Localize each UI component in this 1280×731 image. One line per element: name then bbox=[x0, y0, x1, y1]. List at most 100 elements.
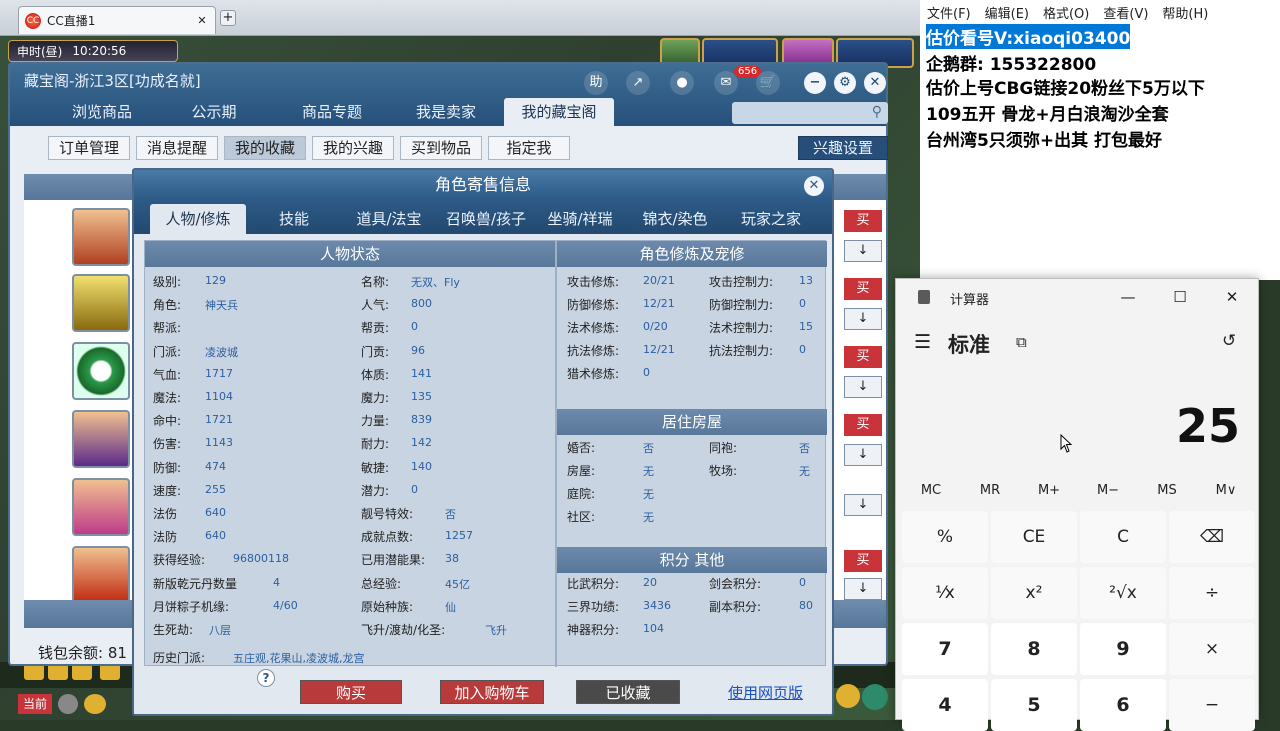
calc-key-9[interactable]: 8 bbox=[991, 623, 1077, 675]
expand-down-icon[interactable]: ↓ bbox=[844, 376, 882, 398]
menu-file[interactable]: 文件(F) bbox=[920, 0, 978, 22]
share-icon[interactable]: ↗ bbox=[626, 71, 650, 95]
bought-items-button[interactable]: 买到物品 bbox=[400, 136, 482, 160]
down-arrow-icon[interactable] bbox=[72, 664, 92, 680]
list-item-avatar[interactable] bbox=[72, 342, 130, 400]
interest-settings-button[interactable]: 兴趣设置 bbox=[798, 136, 888, 160]
notepad-line[interactable]: 估价上号CBG链接20粉丝下5万以下 bbox=[926, 74, 1205, 99]
calc-key-0[interactable]: % bbox=[902, 511, 988, 563]
expand-down-icon[interactable]: ↓ bbox=[844, 240, 882, 262]
notepad-line[interactable]: 企鹅群: 155322800 bbox=[926, 50, 1096, 75]
calc-key-3[interactable]: ⌫ bbox=[1169, 511, 1255, 563]
tab-product-topics[interactable]: 商品专题 bbox=[280, 98, 384, 126]
add-icon[interactable] bbox=[100, 664, 120, 680]
left-arrow-icon[interactable] bbox=[24, 664, 44, 680]
tab-summons-children[interactable]: 召唤兽/孩子 bbox=[438, 204, 534, 234]
message-reminder-button[interactable]: 消息提醒 bbox=[136, 136, 218, 160]
tab-i-am-seller[interactable]: 我是卖家 bbox=[394, 98, 498, 126]
notepad-line[interactable]: 109五开 骨龙+月白浪淘沙全套 bbox=[926, 100, 1169, 125]
right-arrow-icon[interactable] bbox=[48, 664, 68, 680]
list-item-avatar[interactable] bbox=[72, 208, 130, 266]
calc-key-7[interactable]: ÷ bbox=[1169, 567, 1255, 619]
browser-tab[interactable]: CC CC直播1 ✕ bbox=[18, 6, 216, 34]
menu-help[interactable]: 帮助(H) bbox=[1155, 0, 1215, 22]
add-to-cart-button[interactable]: 加入购物车 bbox=[440, 680, 544, 704]
search-icon[interactable]: ⚲ bbox=[872, 104, 882, 120]
calc-key-14[interactable]: 6 bbox=[1080, 679, 1166, 731]
expand-down-icon[interactable]: ↓ bbox=[844, 494, 882, 516]
buy-button[interactable]: 买 bbox=[844, 550, 882, 572]
cart-icon[interactable]: 🛒 bbox=[756, 71, 780, 95]
keep-on-top-icon[interactable]: ⧉ bbox=[1016, 333, 1027, 351]
help-icon[interactable]: ? bbox=[257, 669, 275, 687]
expand-down-icon[interactable]: ↓ bbox=[844, 444, 882, 466]
hamburger-menu-icon[interactable]: ☰ bbox=[914, 331, 931, 353]
buy-button[interactable]: 买 bbox=[844, 414, 882, 436]
list-item-avatar[interactable] bbox=[72, 546, 130, 604]
menu-edit[interactable]: 编辑(E) bbox=[978, 0, 1036, 22]
calc-key-12[interactable]: 4 bbox=[902, 679, 988, 731]
menu-format[interactable]: 格式(O) bbox=[1036, 0, 1096, 22]
calc-key-2[interactable]: C bbox=[1080, 511, 1166, 563]
memory-2-button[interactable]: M+ bbox=[1020, 483, 1078, 498]
current-channel-button[interactable]: 当前 bbox=[18, 694, 52, 714]
order-management-button[interactable]: 订单管理 bbox=[48, 136, 130, 160]
minimize-button[interactable]: − bbox=[804, 72, 826, 94]
buy-now-button[interactable]: 购买 bbox=[300, 680, 402, 704]
tab-public-period[interactable]: 公示期 bbox=[166, 98, 262, 126]
minimize-button[interactable]: — bbox=[1116, 285, 1140, 309]
system-icon[interactable] bbox=[862, 684, 888, 710]
maximize-button[interactable]: ☐ bbox=[1168, 285, 1192, 309]
close-window-button[interactable]: ✕ bbox=[864, 72, 886, 94]
buy-button[interactable]: 买 bbox=[844, 278, 882, 300]
calc-key-8[interactable]: 7 bbox=[902, 623, 988, 675]
expand-down-icon[interactable]: ↓ bbox=[844, 308, 882, 330]
record-icon[interactable]: ● bbox=[670, 71, 694, 95]
chat-icon[interactable] bbox=[84, 694, 106, 714]
my-interest-button[interactable]: 我的兴趣 bbox=[312, 136, 394, 160]
microphone-icon[interactable] bbox=[58, 694, 78, 714]
notepad-line-selected[interactable]: 估价看号V:xiaoqi03400 bbox=[926, 24, 1131, 49]
memory-3-button[interactable]: M− bbox=[1079, 483, 1137, 498]
calc-key-10[interactable]: 9 bbox=[1080, 623, 1166, 675]
use-web-version-link[interactable]: 使用网页版 bbox=[728, 682, 803, 703]
tab-outfits[interactable]: 锦衣/染色 bbox=[634, 204, 716, 234]
calc-key-11[interactable]: × bbox=[1169, 623, 1255, 675]
assist-icon[interactable]: 助 bbox=[584, 71, 608, 95]
close-tab-icon[interactable]: ✕ bbox=[195, 14, 209, 28]
settings-gear-icon[interactable]: ⚙ bbox=[834, 72, 856, 94]
mascot-icon[interactable] bbox=[836, 684, 860, 708]
search-input[interactable]: ⚲ bbox=[732, 102, 888, 124]
list-item-avatar[interactable] bbox=[72, 478, 130, 536]
tab-items-treasures[interactable]: 道具/法宝 bbox=[344, 204, 434, 234]
my-favorites-button[interactable]: 我的收藏 bbox=[224, 136, 306, 160]
new-tab-button[interactable]: + bbox=[220, 10, 236, 26]
calc-key-5[interactable]: x² bbox=[991, 567, 1077, 619]
tab-character-cultivation[interactable]: 人物/修炼 bbox=[150, 204, 246, 234]
expand-down-icon[interactable]: ↓ bbox=[844, 578, 882, 600]
tab-mounts[interactable]: 坐骑/祥瑞 bbox=[540, 204, 620, 234]
memory-4-button[interactable]: MS bbox=[1138, 483, 1196, 498]
memory-1-button[interactable]: MR bbox=[961, 483, 1019, 498]
list-item-avatar[interactable] bbox=[72, 274, 130, 332]
calc-key-1[interactable]: CE bbox=[991, 511, 1077, 563]
memory-0-button[interactable]: MC bbox=[902, 483, 960, 498]
history-icon[interactable]: ↺ bbox=[1222, 331, 1236, 351]
close-icon[interactable]: ✕ bbox=[804, 176, 824, 196]
tab-player-home[interactable]: 玩家之家 bbox=[730, 204, 812, 234]
tab-my-pavilion[interactable]: 我的藏宝阁 bbox=[504, 98, 614, 126]
calc-key-4[interactable]: ¹⁄x bbox=[902, 567, 988, 619]
buy-button[interactable]: 买 bbox=[844, 210, 882, 232]
memory-5-button[interactable]: M∨ bbox=[1197, 483, 1255, 498]
close-button[interactable]: ✕ bbox=[1220, 285, 1244, 309]
tab-skills[interactable]: 技能 bbox=[252, 204, 336, 234]
collected-button[interactable]: 已收藏 bbox=[576, 680, 680, 704]
buy-button[interactable]: 买 bbox=[844, 346, 882, 368]
menu-view[interactable]: 查看(V) bbox=[1096, 0, 1155, 22]
notepad-line[interactable]: 台州湾5只须弥+出其 打包最好 bbox=[926, 126, 1162, 151]
calc-key-15[interactable]: − bbox=[1169, 679, 1255, 731]
list-item-avatar[interactable] bbox=[72, 410, 130, 468]
calc-key-13[interactable]: 5 bbox=[991, 679, 1077, 731]
calc-key-6[interactable]: ²√x bbox=[1080, 567, 1166, 619]
designated-me-button[interactable]: 指定我 bbox=[488, 136, 570, 160]
